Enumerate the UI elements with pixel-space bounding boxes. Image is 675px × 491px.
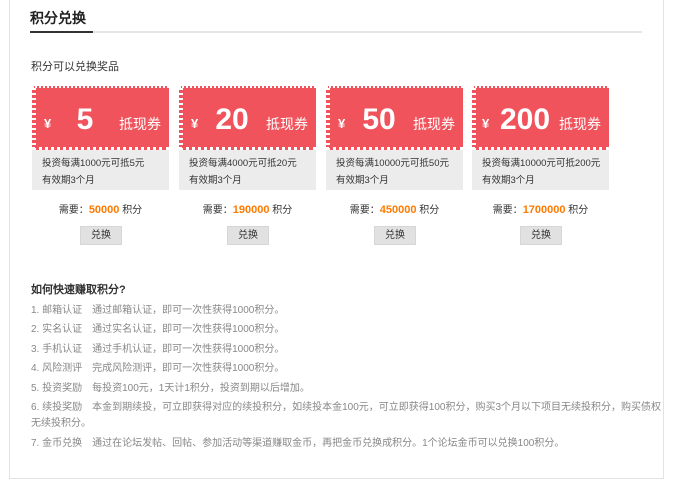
exchange-button[interactable]: 兑换	[374, 226, 416, 245]
rule-item: 4. 风险测评 完成风险测评，即可一次性获得1000积分。	[31, 363, 285, 374]
coupon-card-50: ¥ 50 抵现券 投资每满10000元可抵50元 有效期3个月 需要：45000…	[326, 86, 463, 252]
coupon-kind: 抵现券	[119, 116, 161, 132]
cost-value: 190000	[232, 204, 270, 216]
coupon-description: 投资每满10000元可抵50元 有效期3个月	[326, 150, 463, 190]
coupon-description: 投资每满10000元可抵200元 有效期3个月	[472, 150, 609, 190]
cost-value: 450000	[379, 204, 417, 216]
coupon-face: ¥ 50 抵现券	[326, 86, 463, 152]
coupon-kind: 抵现券	[266, 116, 308, 132]
perforation	[326, 88, 330, 152]
coupon-rule: 投资每满1000元可抵5元	[42, 158, 145, 169]
title-underline	[30, 31, 93, 33]
currency-symbol: ¥	[338, 116, 346, 131]
coupon-description: 投资每满1000元可抵5元 有效期3个月	[32, 150, 169, 190]
cost-value: 1700000	[522, 204, 566, 216]
exchange-button[interactable]: 兑换	[520, 226, 562, 245]
coupon-face: ¥ 5 抵现券	[32, 86, 169, 152]
coupon-rule: 投资每满4000元可抵20元	[189, 158, 297, 169]
currency-symbol: ¥	[482, 116, 490, 131]
coupon-validity: 有效期3个月	[482, 175, 535, 186]
coupon-description: 投资每满4000元可抵20元 有效期3个月	[179, 150, 316, 190]
cost-unit: 积分	[272, 205, 293, 216]
coupon-face: ¥ 20 抵现券	[179, 86, 316, 152]
rule-item: 5. 投资奖励 每投资100元，1天计1积分，投资到期以后增加。	[31, 383, 310, 394]
howto-title: 如何快速赚取积分?	[31, 284, 126, 296]
coupon-face: ¥ 200 抵现券	[472, 86, 609, 152]
coupon-amount: 20	[215, 103, 249, 136]
rule-item: 2. 实名认证 通过实名认证，即可一次性获得1000积分。	[31, 324, 285, 335]
points-exchange-panel: 积分兑换 积分可以兑换奖品 ¥ 5 抵现券 投资每满1000元可抵5元 有效期3…	[9, 0, 664, 479]
coupon-card-5: ¥ 5 抵现券 投资每满1000元可抵5元 有效期3个月 需要：50000 积分…	[32, 86, 169, 252]
currency-symbol: ¥	[44, 116, 52, 131]
rule-item: 7. 金币兑换 通过在论坛发帖、回帖、参加活动等渠道赚取金币，再把金币兑换成积分…	[31, 438, 565, 449]
page-title: 积分兑换	[30, 10, 86, 26]
rule-item: 3. 手机认证 通过手机认证，即可一次性获得1000积分。	[31, 344, 285, 355]
coupon-kind: 抵现券	[413, 116, 455, 132]
cost-label: 需要：	[58, 205, 89, 216]
cost-unit: 积分	[568, 205, 589, 216]
coupon-cost: 需要：1700000 积分	[472, 204, 609, 217]
rule-item: 6. 续投奖励 本金到期续投，可立即获得对应的续投积分，如续投本金100元，可立…	[31, 402, 662, 413]
perforation	[32, 88, 36, 152]
coupon-validity: 有效期3个月	[336, 175, 389, 186]
coupon-cost: 需要：190000 积分	[179, 204, 316, 217]
cost-value: 50000	[88, 204, 120, 216]
exchange-button[interactable]: 兑换	[80, 226, 122, 245]
intro-text: 积分可以兑换奖品	[31, 61, 119, 73]
coupon-rule: 投资每满10000元可抵200元	[482, 158, 601, 169]
coupon-cost: 需要：50000 积分	[32, 204, 169, 217]
coupon-card-200: ¥ 200 抵现券 投资每满10000元可抵200元 有效期3个月 需要：170…	[472, 86, 609, 252]
coupon-cost: 需要：450000 积分	[326, 204, 463, 217]
coupon-amount: 5	[76, 103, 94, 136]
cost-unit: 积分	[122, 205, 143, 216]
coupon-card-20: ¥ 20 抵现券 投资每满4000元可抵20元 有效期3个月 需要：190000…	[179, 86, 316, 252]
cost-label: 需要：	[202, 205, 233, 216]
perforation	[472, 88, 476, 152]
rule-item-continued: 无续投积分。	[31, 418, 91, 429]
cost-label: 需要：	[492, 205, 523, 216]
coupon-validity: 有效期3个月	[42, 175, 95, 186]
perforation	[179, 88, 183, 152]
cost-unit: 积分	[419, 205, 440, 216]
coupon-kind: 抵现券	[559, 116, 601, 132]
currency-symbol: ¥	[191, 116, 199, 131]
coupon-amount: 200	[499, 103, 551, 136]
exchange-button[interactable]: 兑换	[227, 226, 269, 245]
coupon-validity: 有效期3个月	[189, 175, 242, 186]
title-bar: 积分兑换	[30, 0, 642, 33]
coupon-amount: 50	[362, 103, 396, 136]
cost-label: 需要：	[349, 205, 380, 216]
rule-item: 1. 邮箱认证 通过邮箱认证，即可一次性获得1000积分。	[31, 305, 285, 316]
coupon-rule: 投资每满10000元可抵50元	[336, 158, 449, 169]
